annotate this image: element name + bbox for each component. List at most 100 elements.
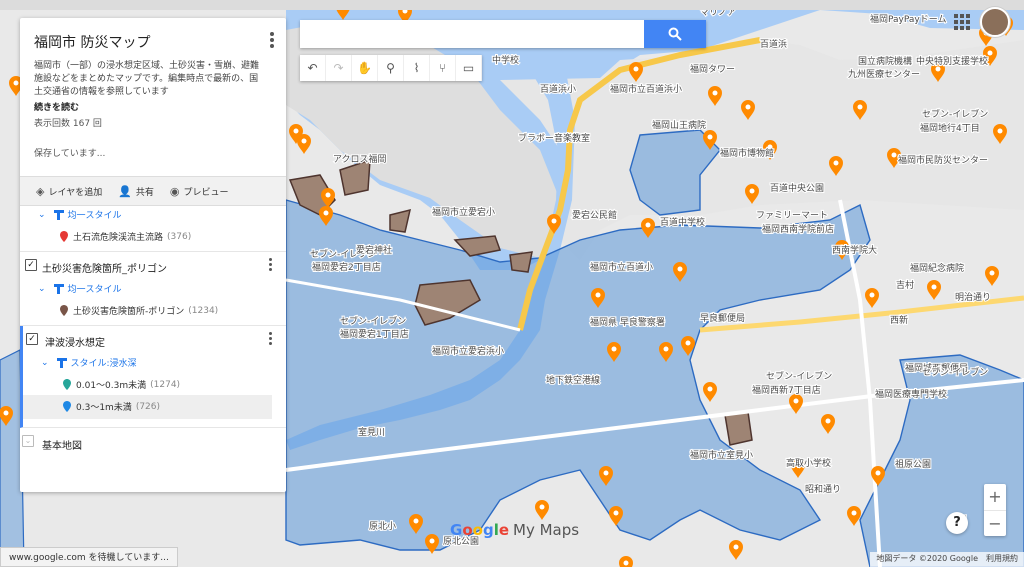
map-label: セブン-イレブン [922, 366, 988, 378]
map-label: 福岡市立愛宕小 [432, 206, 495, 218]
marker-dot [733, 544, 739, 550]
legend-item[interactable]: 0.01〜0.3m未満 (1274) [23, 369, 286, 395]
map-label: 早良郵便局 [700, 312, 745, 324]
marker-dot [857, 104, 863, 110]
search-input[interactable] [308, 20, 642, 48]
search-button[interactable] [644, 20, 706, 48]
base-map-label: 基本地図 [42, 441, 82, 452]
map-label: 百道浜 [760, 38, 787, 50]
preview-button[interactable]: ◉ プレビュー [170, 185, 229, 198]
base-map-toggle[interactable]: ⌄ [22, 435, 34, 447]
layer-landslide-polygon: ✓ 土砂災害危険箇所_ポリゴン ⌄ 均一スタイル 土砂災害危険箇所-ポリゴン (… [20, 252, 286, 326]
layer-menu-icon[interactable] [269, 258, 272, 273]
marker-pin-icon [63, 379, 71, 390]
add-layer-button[interactable]: ◈ レイヤを追加 [36, 185, 102, 198]
map-label: 国立病院機構 [858, 55, 912, 67]
legend-item[interactable]: 土砂災害危険箇所-ポリゴン (1234) [20, 295, 286, 325]
marker-dot [603, 470, 609, 476]
map-label: 中学校 [492, 54, 519, 66]
share-label: 共有 [135, 187, 154, 198]
map-label: ブラボー音楽教室 [518, 132, 590, 144]
layer-title[interactable]: ✓ 津波浸水想定 [23, 326, 286, 349]
share-button[interactable]: 👤 共有 [118, 185, 154, 198]
marker-pin-icon [60, 231, 68, 242]
layer-checkbox[interactable]: ✓ [26, 333, 38, 345]
marker-dot [301, 138, 307, 144]
marker-pin-icon [63, 401, 71, 412]
marker-dot [323, 210, 329, 216]
legend-item[interactable]: 土石流危険渓流主流路 (376) [20, 221, 286, 251]
map-label: 愛宕公民館 [572, 209, 617, 221]
map-label: 地下鉄空港線 [546, 374, 600, 386]
map-label: 福岡愛宕2丁目店 [312, 261, 381, 273]
map-description: 福岡市（一部）の浸水想定区域、土砂災害・雪崩、避難施設などをまとめたマップです。… [34, 61, 260, 97]
style-label: 均一スタイル [67, 211, 122, 221]
marker-dot [869, 292, 875, 298]
map-label: 福岡市立百道小 [590, 261, 653, 273]
marker-dot [685, 340, 691, 346]
base-map-row[interactable]: ⌄ 基本地図 [20, 428, 286, 452]
marker-dot [707, 386, 713, 392]
marker-dot [712, 90, 718, 96]
marker-dot [707, 134, 713, 140]
legend-item-selected[interactable]: 0.3〜1m未満 (726) [23, 395, 272, 419]
layer-debris-flow: ⌄ 均一スタイル 土石流危険渓流主流路 (376) [20, 204, 286, 252]
marker-dot [987, 50, 993, 56]
marker-dot [997, 128, 1003, 134]
add-marker-icon[interactable]: ⚲ [378, 55, 404, 81]
marker-dot [595, 292, 601, 298]
avatar[interactable] [980, 7, 1010, 37]
map-label: セブン-イレブン [340, 315, 406, 327]
landslide-area-7[interactable] [724, 411, 753, 446]
zoom-control: + − [984, 484, 1006, 536]
measure-ruler-icon[interactable]: ▭ [456, 55, 482, 81]
marker-dot [429, 538, 435, 544]
marker-dot [677, 266, 683, 272]
marker-dot [745, 104, 751, 110]
map-label: 福岡市立室見小 [690, 449, 753, 461]
undo-icon[interactable]: ↶ [300, 55, 326, 81]
marker-dot [623, 560, 629, 566]
panel-menu-icon[interactable] [270, 32, 274, 48]
layer-title[interactable]: ✓ 土砂災害危険箇所_ポリゴン [20, 252, 286, 275]
map-label: 明治通り [955, 291, 991, 303]
layer-style-toggle[interactable]: ⌄ 均一スタイル [20, 275, 286, 295]
marker-dot [931, 284, 937, 290]
search-icon [668, 27, 682, 41]
layer-menu-icon[interactable] [269, 332, 272, 347]
directions-icon[interactable]: ⑂ [430, 55, 456, 81]
landslide-area-5[interactable] [509, 251, 533, 273]
search-box[interactable] [300, 20, 706, 48]
layer-style-toggle[interactable]: ⌄ 均一スタイル [20, 204, 286, 221]
layer-checkbox[interactable]: ✓ [25, 259, 37, 271]
marker-dot [613, 510, 619, 516]
panel-toolbar: ◈ レイヤを追加 👤 共有 ◉ プレビュー [20, 176, 286, 206]
marker-dot [851, 510, 857, 516]
marker-dot [413, 518, 419, 524]
preview-label: プレビュー [183, 187, 229, 198]
pan-hand-icon[interactable]: ✋ [352, 55, 378, 81]
map-attribution[interactable]: 地図データ ©2020 Google 利用規約 [870, 552, 1024, 567]
layer-style-toggle[interactable]: ⌄ スタイル:浸水深 [23, 349, 286, 369]
map-label: セブン-イレブン [922, 108, 988, 120]
layer-title-label: 津波浸水想定 [45, 338, 105, 349]
legend-item-count: (726) [135, 401, 161, 412]
zoom-in-button[interactable]: + [984, 484, 1006, 511]
layers-icon: ◈ [36, 184, 45, 198]
apps-grid-icon[interactable] [954, 14, 970, 30]
draw-line-icon[interactable]: ⌇ [404, 55, 430, 81]
map-label: セブン-イレブン [766, 370, 832, 382]
map-title[interactable]: 福岡市 防災マップ [34, 32, 272, 52]
read-more-link[interactable]: 続きを読む [34, 100, 272, 113]
depth-style-icon [56, 357, 67, 368]
marker-dot [749, 188, 755, 194]
zoom-out-button[interactable]: − [984, 511, 1006, 537]
help-button[interactable]: ? [946, 512, 968, 534]
marker-dot [539, 504, 545, 510]
browser-status-bar: www.google.com を待機しています... [0, 547, 178, 567]
redo-icon[interactable]: ↷ [326, 55, 352, 81]
marker-dot [875, 470, 881, 476]
marker-dot [633, 66, 639, 72]
add-person-icon: 👤 [118, 184, 132, 198]
style-label: 均一スタイル [67, 285, 122, 295]
